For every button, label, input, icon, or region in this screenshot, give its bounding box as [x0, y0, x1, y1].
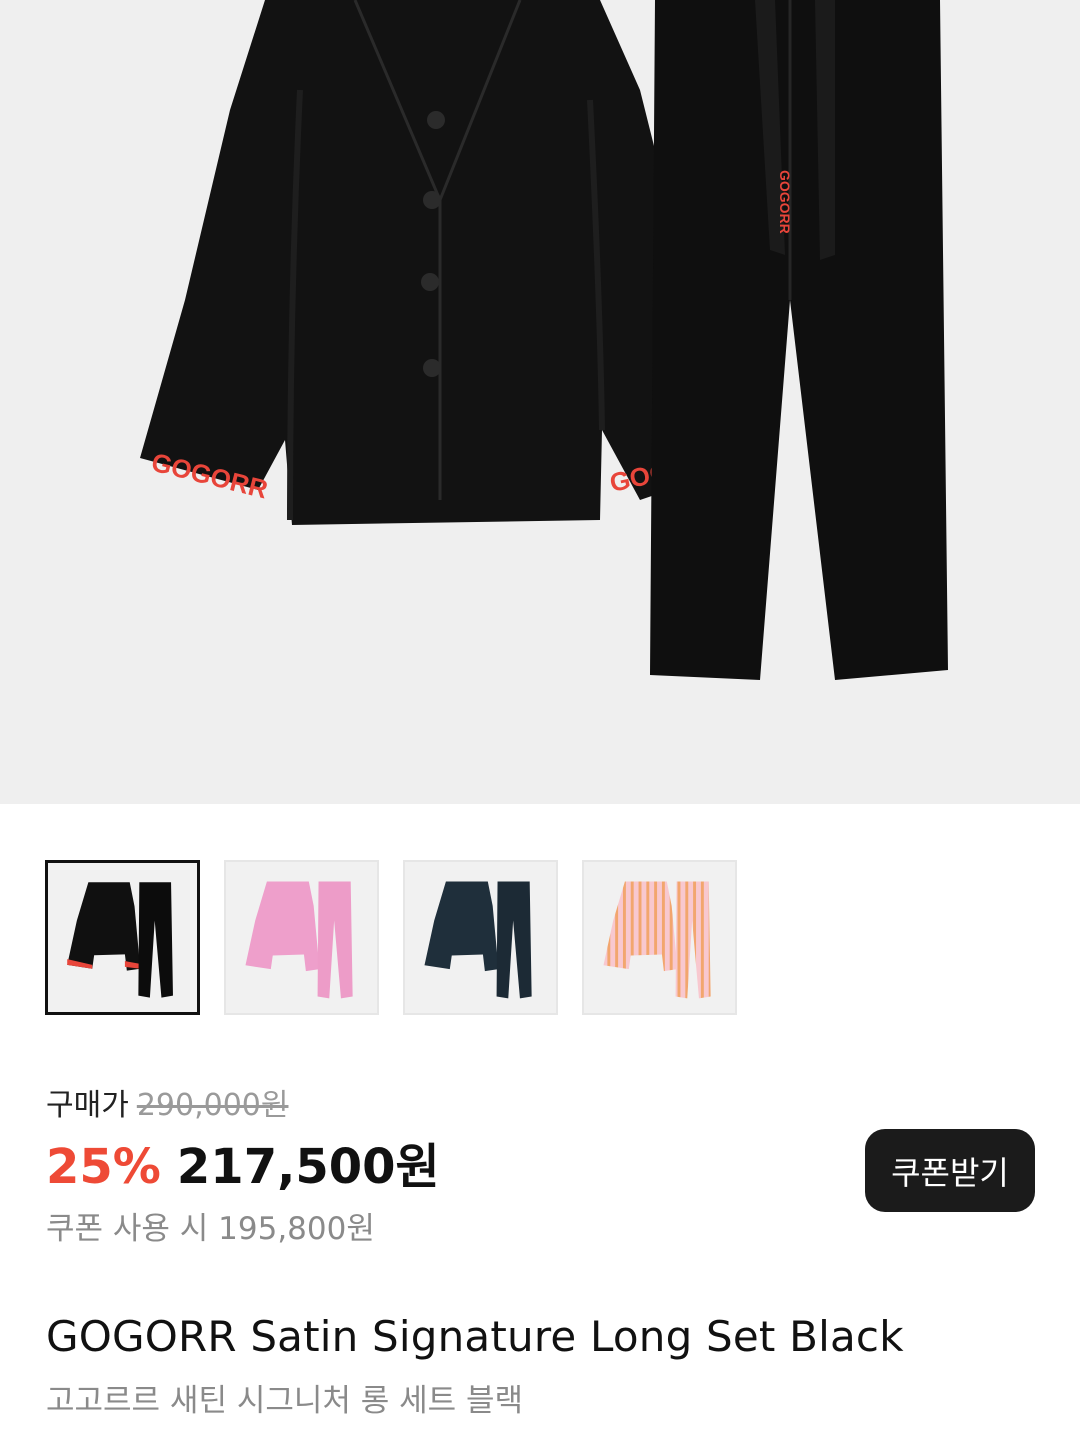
thumbnail-stripe[interactable] [582, 860, 737, 1015]
sale-price: 217,500원 [176, 1139, 440, 1195]
coupon-applied-price: 쿠폰 사용 시 195,800원 [46, 1211, 375, 1247]
thumbnail-navy[interactable] [403, 860, 558, 1015]
price-section: 구매가 290,000원 25% 217,500원 쿠폰 사용 시 195,800원 [46, 1084, 440, 1252]
discount-rate: 25% [46, 1139, 161, 1195]
drawstring-print: GOGORR [777, 170, 793, 234]
color-thumbnail-list [45, 860, 737, 1015]
price-label-row: 구매가 290,000원 [46, 1084, 440, 1128]
thumbnail-pink[interactable] [224, 860, 379, 1015]
black-set-thumb-image [48, 863, 197, 1012]
pajama-set-illustration: GOGORR GOGORR GOGORR [140, 0, 948, 680]
thumbnail-black[interactable] [45, 860, 200, 1015]
get-coupon-button[interactable]: 쿠폰받기 [865, 1129, 1035, 1212]
product-title-en: GOGORR Satin Signature Long Set Black [46, 1312, 904, 1361]
navy-set-thumb-image [405, 862, 556, 1013]
pink-set-thumb-image [226, 862, 377, 1013]
original-price: 290,000원 [136, 1088, 289, 1123]
stripe-set-thumb-image [584, 862, 735, 1013]
sale-price-row: 25% 217,500원 [46, 1132, 440, 1202]
product-hero-image: GOGORR GOGORR GOGORR [0, 0, 1080, 804]
purchase-price-label: 구매가 [46, 1088, 129, 1123]
product-title-ko: 고고르르 새틴 시그니처 롱 세트 블랙 [46, 1383, 524, 1419]
